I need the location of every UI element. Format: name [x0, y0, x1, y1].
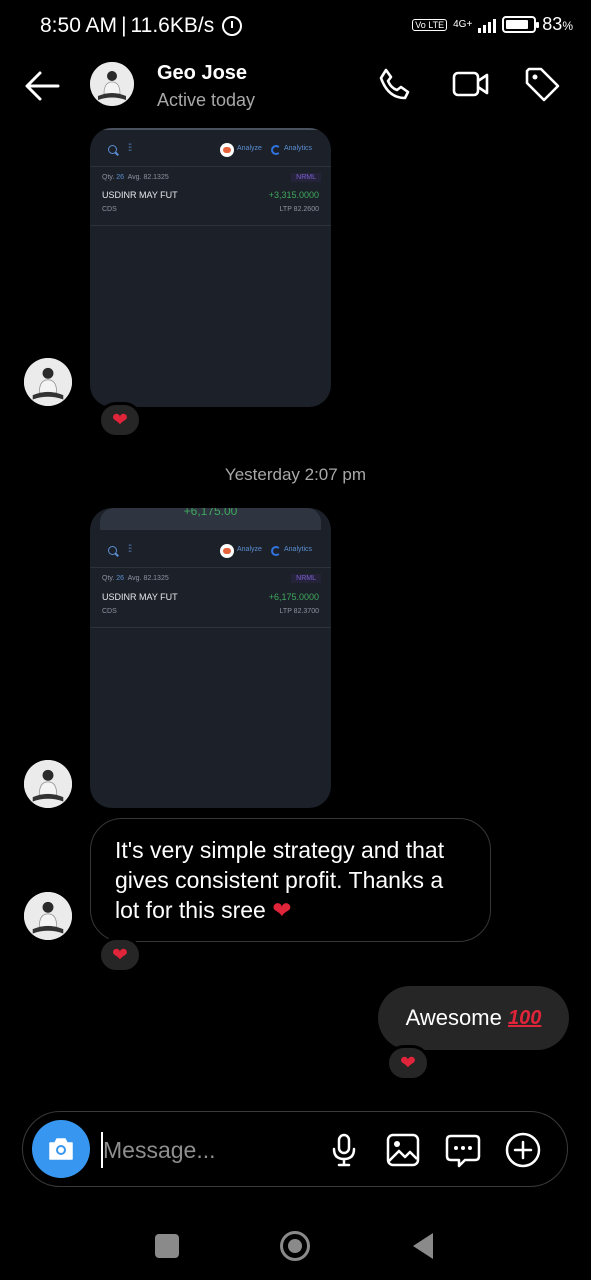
hundred-points-emoji: 100	[507, 1006, 542, 1029]
add-button[interactable]	[503, 1130, 543, 1170]
person-avatar-icon	[90, 62, 134, 106]
shot-divider	[90, 225, 331, 226]
home-button[interactable]	[280, 1231, 310, 1261]
shot-analytics-label: Analytics	[284, 145, 313, 152]
back-button[interactable]	[20, 64, 64, 108]
heart-icon: ❤	[112, 409, 128, 431]
person-avatar-icon	[24, 760, 72, 808]
microphone-button[interactable]	[324, 1130, 364, 1170]
outgoing-message[interactable]: Awesome 100	[378, 986, 569, 1050]
incoming-message[interactable]: It's very simple strategy and that gives…	[90, 818, 491, 942]
shot-qty: Qty. 26 Avg. 82.1325	[102, 575, 169, 582]
shot-ltp: LTP 82.3700	[279, 608, 319, 615]
avatar[interactable]	[24, 358, 72, 406]
recent-apps-button[interactable]	[155, 1234, 179, 1258]
battery-fill	[506, 20, 528, 29]
heart-reaction[interactable]: ❤	[98, 937, 142, 973]
analyze-icon	[220, 143, 234, 157]
active-status: Active today	[157, 90, 256, 110]
battery-percent: 83%	[542, 14, 573, 34]
shot-top-pnl: +6,175.00	[183, 508, 238, 518]
heart-emoji: ❤	[272, 897, 292, 923]
status-right: Vo LTE 4G+ 83%	[412, 14, 573, 35]
video-call-button[interactable]	[451, 64, 491, 104]
alarm-icon	[222, 16, 243, 36]
shot-divider	[90, 166, 331, 167]
message-composer	[22, 1111, 568, 1187]
heart-icon: ❤	[112, 944, 128, 966]
volte-icon: Vo LTE	[412, 18, 448, 31]
shot-divider	[90, 627, 331, 628]
status-left: 8:50 AM | 11.6KB/s	[40, 14, 243, 38]
image-message[interactable]: +6,175.00 ⫶⫶ Analyze Analytics Qty. 26 A…	[90, 508, 331, 808]
shot-exchange: CDS	[102, 206, 117, 213]
camera-icon	[49, 1138, 73, 1160]
avatar[interactable]	[24, 760, 72, 808]
status-separator: |	[121, 14, 127, 37]
shot-pnl: +3,315.0000	[268, 190, 319, 200]
person-avatar-icon	[24, 892, 72, 940]
person-avatar-icon	[24, 358, 72, 406]
network-type: 4G+	[453, 18, 473, 30]
shot-divider	[90, 128, 331, 130]
back-nav-button[interactable]	[413, 1233, 433, 1259]
shot-toolbar: ⫶⫶ Analyze Analytics	[90, 541, 331, 565]
shot-pnl: +6,175.0000	[268, 592, 319, 602]
camera-button[interactable]	[32, 1120, 90, 1178]
battery-icon	[502, 16, 540, 33]
avatar[interactable]	[90, 62, 134, 106]
shot-divider	[90, 567, 331, 568]
tag-icon	[525, 67, 560, 102]
chat-bubble-icon	[445, 1134, 481, 1168]
status-time: 8:50 AM	[40, 14, 118, 37]
gallery-button[interactable]	[383, 1130, 423, 1170]
shot-symbol: USDINR MAY FUT	[102, 190, 178, 200]
sticker-button[interactable]	[443, 1130, 483, 1170]
message-input[interactable]	[103, 1130, 313, 1170]
product-badge: NRML	[291, 574, 321, 583]
search-icon	[108, 546, 117, 555]
analytics-icon	[271, 546, 281, 556]
shot-toolbar: ⫶⫶ Analyze Analytics	[90, 140, 331, 164]
plus-circle-icon	[505, 1132, 541, 1168]
filter-icon: ⫶⫶	[128, 143, 132, 154]
video-camera-icon	[452, 71, 489, 97]
arrow-left-icon	[25, 71, 60, 101]
shot-top-strip: +6,175.00	[100, 508, 321, 530]
tag-button[interactable]	[522, 64, 562, 104]
analyze-icon	[220, 544, 234, 558]
analytics-icon	[271, 145, 281, 155]
shot-qty: Qty. 26 Avg. 82.1325	[102, 174, 169, 181]
shot-exchange: CDS	[102, 608, 117, 615]
status-bar: 8:50 AM | 11.6KB/s Vo LTE 4G+ 83%	[0, 0, 591, 54]
network-speed: 11.6KB/s	[130, 14, 215, 37]
phone-icon	[379, 68, 410, 100]
filter-icon: ⫶⫶	[128, 544, 132, 555]
microphone-icon	[332, 1133, 356, 1167]
shot-analyze-label: Analyze	[237, 546, 262, 553]
heart-icon: ❤	[400, 1052, 416, 1074]
avatar[interactable]	[24, 892, 72, 940]
message-timestamp: Yesterday 2:07 pm	[224, 465, 367, 484]
signal-icon	[478, 17, 497, 33]
search-icon	[108, 145, 117, 154]
shot-analyze-label: Analyze	[237, 145, 262, 152]
call-button[interactable]	[374, 64, 414, 104]
shot-analytics-label: Analytics	[284, 546, 313, 553]
image-message[interactable]: ⫶⫶ Analyze Analytics Qty. 26 Avg. 82.132…	[90, 128, 331, 407]
contact-name[interactable]: Geo Jose	[157, 62, 247, 85]
heart-reaction[interactable]: ❤	[386, 1045, 430, 1081]
product-badge: NRML	[291, 173, 321, 182]
chat-header: Geo Jose Active today	[0, 56, 591, 118]
system-navigation-bar	[0, 1214, 591, 1280]
shot-ltp: LTP 82.2600	[279, 206, 319, 213]
image-icon	[386, 1133, 420, 1167]
message-text: Awesome	[405, 1005, 502, 1030]
heart-reaction[interactable]: ❤	[98, 402, 142, 438]
shot-symbol: USDINR MAY FUT	[102, 592, 178, 602]
